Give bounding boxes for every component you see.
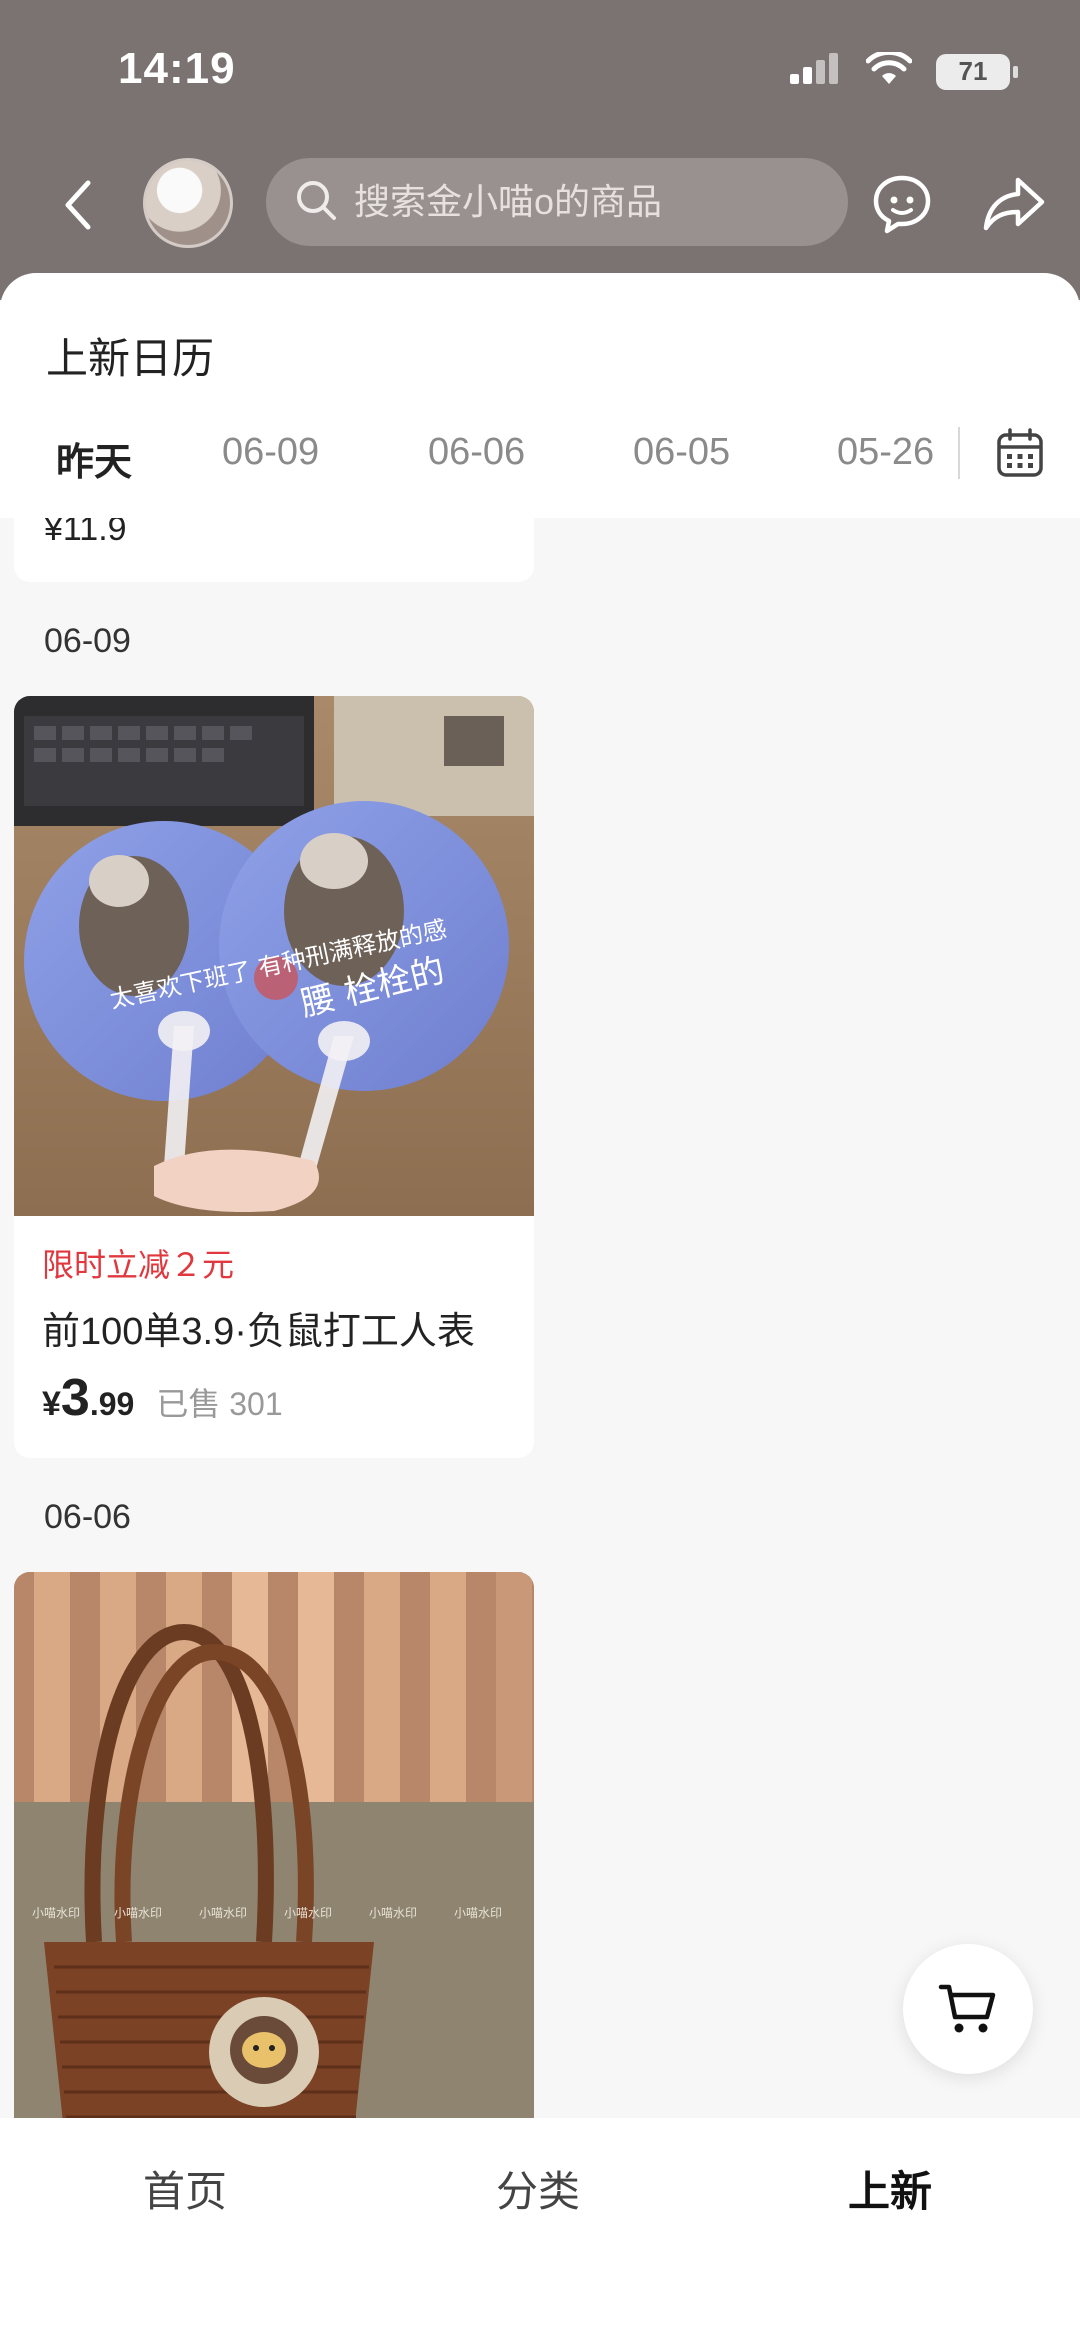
- svg-text:小喵水印: 小喵水印: [369, 1906, 417, 1920]
- search-icon: [294, 178, 338, 227]
- calendar-icon: [997, 428, 1043, 477]
- calendar-button[interactable]: [990, 421, 1050, 485]
- battery-indicator: 71: [936, 53, 1018, 90]
- tab-category[interactable]: 分类: [496, 2158, 580, 2219]
- price-row: ¥ 3 .99 已售 301: [42, 1368, 283, 1428]
- tab-home[interactable]: 首页: [143, 2158, 227, 2219]
- product-card[interactable]: 小喵水印 小喵水印 小喵水印 小喵水印 小喵水印 小喵水印: [14, 1572, 534, 2118]
- wifi-icon: [865, 49, 913, 91]
- date-tab-0609[interactable]: 06-09: [222, 431, 319, 474]
- price-decimal: .99: [89, 1386, 135, 1422]
- product-image-woven-bag: 小喵水印 小喵水印 小喵水印 小喵水印 小喵水印 小喵水印: [14, 1572, 534, 2118]
- chat-bubble-icon: [873, 175, 931, 234]
- search-bar[interactable]: [266, 158, 848, 246]
- status-icons: 71: [788, 49, 1018, 91]
- product-card[interactable]: 太喜欢下班了 有种刑满释放的感 腰 栓栓的 限时立减２元 前100单3.9·负鼠…: [14, 696, 534, 1458]
- product-price: ¥11.9: [44, 518, 127, 548]
- share-icon: [983, 177, 1045, 231]
- bottom-tab-bar: 首页 分类 上新: [0, 2118, 1080, 2337]
- search-input[interactable]: [354, 181, 834, 223]
- svg-text:小喵水印: 小喵水印: [199, 1906, 247, 1920]
- date-tab-0526[interactable]: 05-26: [837, 431, 949, 474]
- sold-count: 已售 301: [156, 1386, 283, 1422]
- tab-new-arrivals[interactable]: 上新: [848, 2158, 932, 2219]
- sheet-title: 上新日历: [46, 335, 215, 382]
- date-tab-yesterday[interactable]: 昨天: [56, 431, 132, 486]
- customer-service-button[interactable]: [864, 166, 940, 242]
- product-feed[interactable]: ¥11.9 06-09 太喜欢下班了 有种刑满释放的感 腰 栓栓的 限时立减２元…: [0, 518, 1080, 2118]
- new-arrivals-calendar-sheet: 上新日历 昨天 06-09 06-06 06-05 05-26: [0, 273, 1080, 518]
- product-image-possum-fans: 太喜欢下班了 有种刑满释放的感 腰 栓栓的: [14, 696, 534, 1216]
- shop-avatar[interactable]: [143, 158, 233, 248]
- date-tab-0605[interactable]: 06-05: [633, 431, 730, 474]
- promo-tag: 限时立减２元: [42, 1247, 235, 1283]
- chevron-left-icon: [65, 180, 91, 230]
- date-tabs: 昨天 06-09 06-06 06-05 05-26: [0, 411, 1080, 501]
- svg-text:小喵水印: 小喵水印: [32, 1906, 80, 1920]
- svg-text:小喵水印: 小喵水印: [284, 1906, 332, 1920]
- product-card-partial[interactable]: ¥11.9: [14, 518, 534, 582]
- cart-button[interactable]: [903, 1944, 1033, 2074]
- status-time: 14:19: [118, 44, 236, 93]
- back-button[interactable]: [48, 170, 108, 240]
- product-title: 前100单3.9·负鼠打工人表: [42, 1311, 475, 1353]
- shopping-cart-icon: [938, 1984, 996, 2033]
- date-tab-0606[interactable]: 06-06: [428, 431, 525, 474]
- svg-text:小喵水印: 小喵水印: [114, 1906, 162, 1920]
- tab-divider: [958, 427, 960, 479]
- nav-bar: [0, 150, 1080, 260]
- svg-text:小喵水印: 小喵水印: [454, 1906, 502, 1920]
- price-integer: 3: [60, 1369, 90, 1427]
- price-currency: ¥: [42, 1385, 61, 1423]
- section-date: 06-06: [44, 1498, 131, 1536]
- status-bar: 14:19 71: [0, 0, 1080, 140]
- signal-icon: [788, 52, 842, 91]
- section-date: 06-09: [44, 622, 131, 660]
- share-button[interactable]: [976, 166, 1052, 242]
